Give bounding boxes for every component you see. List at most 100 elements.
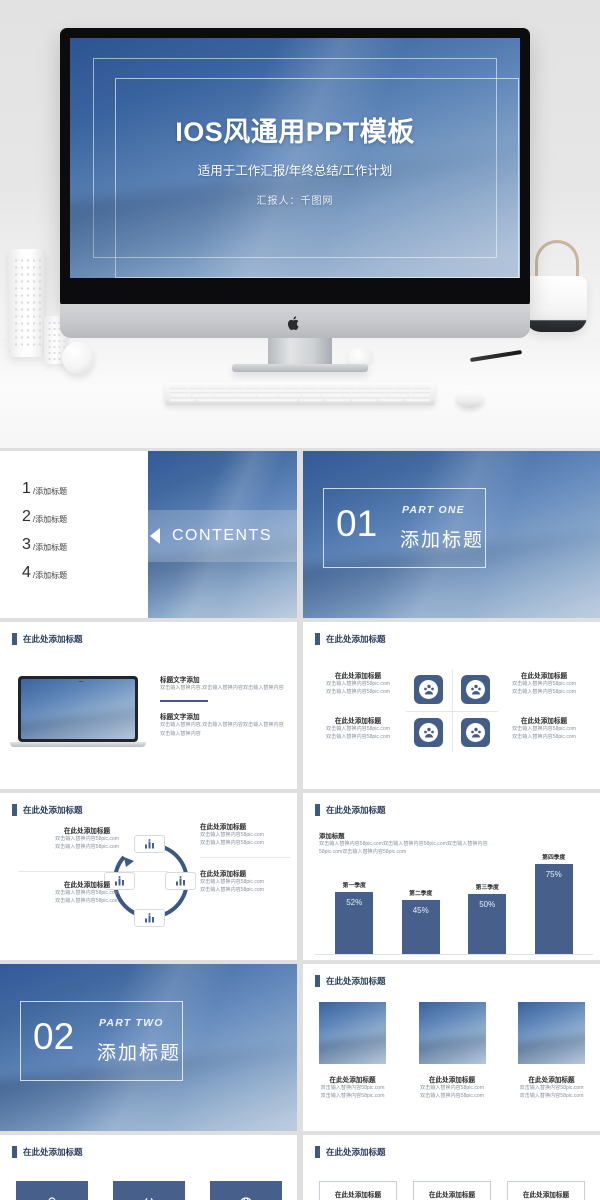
slide-icon-cards[interactable]: 在此处添加标题 bbox=[0, 1135, 297, 1200]
people-icon bbox=[419, 723, 438, 742]
icon-card[interactable] bbox=[210, 1181, 282, 1200]
bar-value-label: 52% bbox=[346, 898, 363, 907]
slide-section-part-two[interactable]: 02 PART TWO 添加标题 bbox=[0, 964, 297, 1131]
box-card-row: 在此处添加标题 在此处添加标题 在此处添加标题 bbox=[319, 1181, 585, 1200]
bar-group[interactable]: 第三季度 50% bbox=[468, 882, 507, 954]
part-english-label: PART TWO bbox=[99, 1017, 164, 1029]
cycle-text-right-lower: 在此处添加标题 双击输入替换内容58pic.com 双击输入替换内容58pic.… bbox=[200, 868, 292, 895]
bar-chart-icon bbox=[176, 876, 185, 886]
quad-text-bottom-left: 在此处添加标题 双击输入替换内容58pic.com 双击输入替换内容58pic.… bbox=[317, 715, 399, 742]
slide-cycle-diagram[interactable]: 在此处添加标题 在此处添加标题 双击输入替换内容58pic.com 双击输入替换… bbox=[0, 793, 297, 960]
image-card-caption: 在此处添加标题 双击输入替换内容58pic.com 双击输入替换内容58pic.… bbox=[319, 1074, 386, 1101]
item-title: 在此处添加标题 bbox=[329, 1077, 376, 1084]
bar-group[interactable]: 第一季度 52% bbox=[335, 880, 374, 954]
slide-laptop-text[interactable]: 在此处添加标题 标题文字添加 双击输入替换内容,双击输入替换内容双击输入替换内容… bbox=[0, 622, 297, 789]
code-brackets-icon bbox=[145, 1198, 153, 1200]
cycle-node[interactable] bbox=[134, 909, 165, 927]
contents-right-photo: CONTENTS bbox=[148, 451, 297, 618]
list-item[interactable]: 1 /添加标题 bbox=[22, 481, 67, 497]
people-icon bbox=[466, 680, 485, 699]
laptop-screen bbox=[21, 679, 135, 739]
keyboard-row bbox=[170, 385, 430, 389]
imac-stand-foot bbox=[232, 364, 368, 372]
list-item[interactable]: 3 /添加标题 bbox=[22, 537, 67, 553]
header-accent-bar bbox=[315, 975, 320, 987]
slide-bar-chart[interactable]: 在此处添加标题 添加标题 双击输入替换内容58pic.com双击输入替换内容58… bbox=[303, 793, 600, 960]
people-icon bbox=[466, 723, 485, 742]
box-card[interactable]: 在此处添加标题 bbox=[507, 1181, 585, 1200]
keyboard-row bbox=[170, 394, 430, 398]
icon-card[interactable] bbox=[16, 1181, 88, 1200]
image-card-row: 在此处添加标题 双击输入替换内容58pic.com 双击输入替换内容58pic.… bbox=[319, 1002, 585, 1101]
people-icon-tile[interactable] bbox=[461, 718, 490, 747]
mouse bbox=[456, 390, 484, 408]
slide-box-cards[interactable]: 在此处添加标题 在此处添加标题 在此处添加标题 在此处添加标题 bbox=[303, 1135, 600, 1200]
cover-subtitle: 适用于工作汇报/年终总结/工作计划 bbox=[197, 163, 393, 178]
icon-card[interactable] bbox=[113, 1181, 185, 1200]
item-body-line: 双击输入替换内容58pic.com bbox=[55, 898, 119, 905]
bar: 45% bbox=[401, 900, 440, 954]
cover-text-group: IOS风通用PPT模板 适用于工作汇报/年终总结/工作计划 汇报人：千图网 bbox=[70, 38, 520, 278]
laptop-base bbox=[10, 742, 146, 747]
bar-value-label: 50% bbox=[479, 900, 496, 909]
image-card[interactable]: 在此处添加标题 双击输入替换内容58pic.com 双击输入替换内容58pic.… bbox=[319, 1002, 386, 1101]
image-card[interactable]: 在此处添加标题 双击输入替换内容58pic.com 双击输入替换内容58pic.… bbox=[518, 1002, 585, 1101]
item-body-line: 双击输入替换内容58pic.com bbox=[420, 1093, 484, 1100]
slide-four-icon[interactable]: 在此处添加标题 在此处添加标题 双击输入替换内容58pic.com 双击输入替换… bbox=[303, 622, 600, 789]
part-number: 01 bbox=[336, 503, 378, 544]
divider bbox=[160, 700, 208, 703]
item-body-line: 双击输入替换内容58pic.com bbox=[200, 840, 264, 847]
decor-teapot-handle bbox=[535, 240, 579, 280]
item-title: 在此处添加标题 bbox=[522, 1192, 570, 1199]
slide-heading: 在此处添加标题 bbox=[23, 634, 83, 644]
keyboard-row bbox=[170, 398, 431, 402]
slide-heading: 在此处添加标题 bbox=[326, 634, 386, 644]
item-body-line: 双击输入替换内容58pic.com bbox=[512, 689, 576, 696]
item-body-line: 双击输入替换内容58pic.com bbox=[55, 890, 119, 896]
contents-banner: CONTENTS bbox=[148, 510, 297, 562]
box-card[interactable]: 在此处添加标题 bbox=[413, 1181, 491, 1200]
slide-section-part-one[interactable]: 01 PART ONE 添加标题 bbox=[303, 451, 600, 618]
decor-sphere bbox=[62, 342, 94, 374]
item-title: 在此处添加标题 bbox=[528, 1077, 575, 1084]
quad-text-top-right: 在此处添加标题 双击输入替换内容58pic.com 双击输入替换内容58pic.… bbox=[503, 670, 585, 697]
cycle-text-left-upper: 在此处添加标题 双击输入替换内容58pic.com 双击输入替换内容58pic.… bbox=[12, 825, 162, 852]
cycle-node[interactable] bbox=[165, 872, 196, 890]
slide-three-image[interactable]: 在此处添加标题 在此处添加标题 双击输入替换内容58pic.com 双击输入替换… bbox=[303, 964, 600, 1131]
people-icon-tile[interactable] bbox=[414, 718, 443, 747]
laptop-mockup bbox=[10, 676, 146, 749]
bar-group[interactable]: 第四季度 75% bbox=[534, 852, 573, 954]
bar-category-label: 第一季度 bbox=[342, 883, 366, 889]
header-accent-bar bbox=[315, 633, 320, 645]
bar-group[interactable]: 第二季度 45% bbox=[401, 888, 440, 954]
bar-value-label: 45% bbox=[412, 906, 429, 915]
cover-author: 汇报人：千图网 bbox=[256, 195, 334, 207]
list-item[interactable]: 2 /添加标题 bbox=[22, 509, 67, 525]
chart-title: 添加标题 bbox=[319, 833, 345, 840]
keyboard bbox=[165, 382, 435, 405]
image-card-caption: 在此处添加标题 双击输入替换内容58pic.com 双击输入替换内容58pic.… bbox=[419, 1074, 486, 1101]
block-body: 双击输入替换内容,双击输入替换内容双击输入替换内容 bbox=[160, 685, 284, 691]
contents-label: /添加标题 bbox=[32, 571, 68, 580]
slide-header: 在此处添加标题 bbox=[12, 633, 83, 645]
slide-heading: 在此处添加标题 bbox=[23, 805, 83, 815]
item-title: 在此处添加标题 bbox=[200, 871, 247, 878]
item-body-line: 双击输入替换内容58pic.com bbox=[512, 681, 576, 687]
box-card[interactable]: 在此处添加标题 bbox=[319, 1181, 397, 1200]
people-icon-tile[interactable] bbox=[461, 675, 490, 704]
people-icon-tile[interactable] bbox=[414, 675, 443, 704]
list-item[interactable]: 4 /添加标题 bbox=[22, 565, 67, 581]
image-card[interactable]: 在此处添加标题 双击输入替换内容58pic.com 双击输入替换内容58pic.… bbox=[418, 1002, 486, 1101]
item-title: 在此处添加标题 bbox=[334, 718, 382, 725]
contents-number: 1 bbox=[22, 480, 31, 497]
slide-heading: 在此处添加标题 bbox=[23, 1147, 83, 1157]
contents-title: CONTENTS bbox=[172, 527, 272, 544]
item-body-line: 双击输入替换内容58pic.com bbox=[512, 734, 576, 741]
placeholder-photo bbox=[418, 1002, 486, 1064]
slide-contents[interactable]: 1 /添加标题 2 /添加标题 3 /添加标题 4 /添加标题 CONTENTS bbox=[0, 451, 297, 618]
slide-header: 在此处添加标题 bbox=[12, 1146, 83, 1158]
item-title: 在此处添加标题 bbox=[428, 1077, 476, 1084]
part-english-label: PART ONE bbox=[402, 504, 465, 516]
ppt-template-preview: IOS风通用PPT模板 适用于工作汇报/年终总结/工作计划 汇报人：千图网 1 … bbox=[0, 0, 600, 1200]
slide-header: 在此处添加标题 bbox=[315, 1146, 386, 1158]
